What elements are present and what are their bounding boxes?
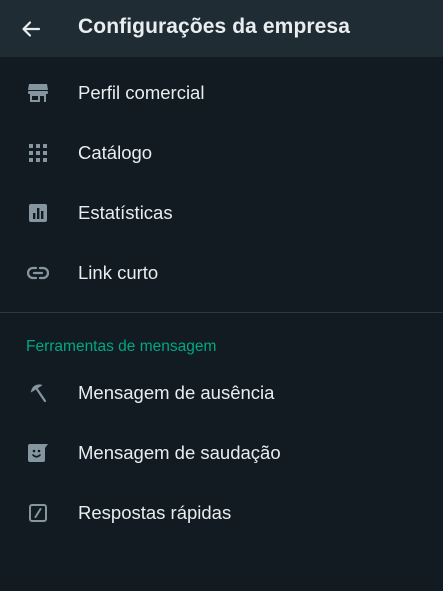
menu-item-label: Respostas rápidas [78, 502, 232, 523]
menu-item-mensagem-ausencia[interactable]: Mensagem de ausência [0, 363, 443, 423]
menu-item-respostas-rapidas[interactable]: Respostas rápidas [0, 483, 443, 543]
storefront-icon [27, 82, 49, 104]
menu-item-estatisticas[interactable]: Estatísticas [0, 183, 443, 243]
menu-item-label: Estatísticas [78, 202, 173, 223]
menu-item-label: Mensagem de saudação [78, 442, 281, 463]
link-icon [27, 262, 49, 284]
smile-message-icon [27, 442, 49, 464]
menu-item-perfil-comercial[interactable]: Perfil comercial [0, 63, 443, 123]
menu-item-label: Catálogo [78, 142, 153, 163]
menu-item-link-curto[interactable]: Link curto [0, 243, 443, 303]
menu-item-label: Mensagem de ausência [78, 382, 275, 403]
menu-item-mensagem-saudacao[interactable]: Mensagem de saudação [0, 423, 443, 483]
app-bar: Configurações da empresa [0, 0, 443, 57]
back-button[interactable] [18, 16, 44, 42]
page-title: Configurações da empresa [78, 15, 350, 38]
grid-icon [27, 142, 49, 164]
beach-umbrella-icon [27, 382, 49, 404]
section-title: Ferramentas de mensagem [26, 338, 217, 355]
bar-chart-icon [27, 202, 49, 224]
menu-item-label: Perfil comercial [78, 82, 205, 103]
menu-item-label: Link curto [78, 262, 159, 283]
arrow-left-icon [21, 19, 41, 39]
quick-reply-icon [27, 502, 49, 524]
menu-item-catalogo[interactable]: Catálogo [0, 123, 443, 183]
section-divider [0, 312, 443, 313]
